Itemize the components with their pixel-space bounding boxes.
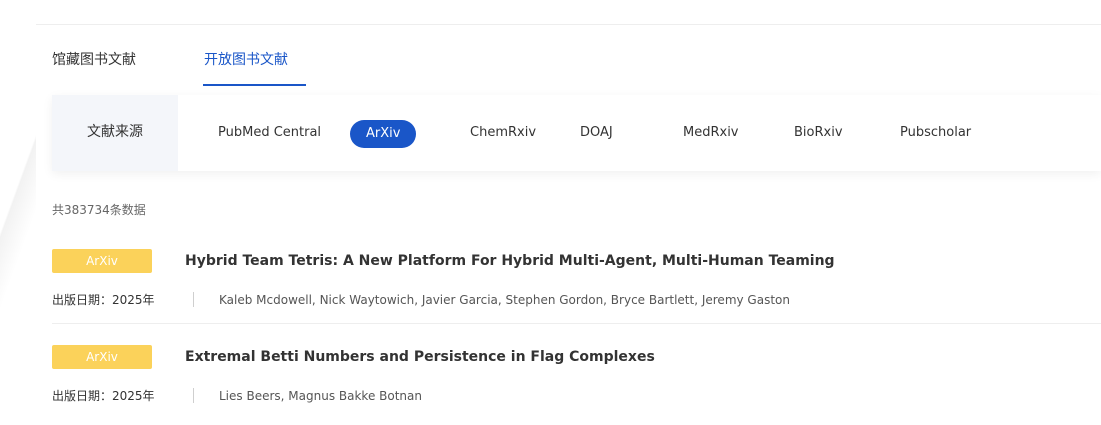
item-title-link[interactable]: Hybrid Team Tetris: A New Platform For H… xyxy=(185,251,835,271)
list-item: ArXiv Hybrid Team Tetris: A New Platform… xyxy=(52,249,1101,329)
source-option-pubscholar[interactable]: Pubscholar xyxy=(900,122,971,144)
source-option-biorxiv[interactable]: BioRxiv xyxy=(794,122,843,144)
left-decoration xyxy=(0,0,36,419)
publish-date: 出版日期：2025年 xyxy=(52,293,155,307)
item-authors: Lies Beers, Magnus Bakke Botnan xyxy=(219,389,422,403)
top-divider xyxy=(36,24,1101,25)
meta-separator xyxy=(193,292,194,307)
list-divider xyxy=(52,323,1101,324)
source-filter-bar: 文献来源 PubMed Central ArXiv ChemRxiv DOAJ … xyxy=(52,95,1101,171)
list-item: ArXiv Extremal Betti Numbers and Persist… xyxy=(52,345,1101,425)
source-option-medrxiv[interactable]: MedRxiv xyxy=(683,122,739,144)
source-option-arxiv[interactable]: ArXiv xyxy=(350,120,417,148)
active-tab-underline xyxy=(203,84,306,86)
result-count: 共383734条数据 xyxy=(52,203,146,217)
source-option-doaj[interactable]: DOAJ xyxy=(580,122,613,144)
source-badge: ArXiv xyxy=(52,345,152,369)
tab-open-books[interactable]: 开放图书文献 xyxy=(204,50,288,70)
source-badge: ArXiv xyxy=(52,249,152,273)
source-option-pubmed-central[interactable]: PubMed Central xyxy=(218,122,321,144)
source-option-chemrxiv[interactable]: ChemRxiv xyxy=(470,122,536,144)
source-label-box: 文献来源 xyxy=(52,95,178,171)
meta-separator xyxy=(193,388,194,403)
item-title-link[interactable]: Extremal Betti Numbers and Persistence i… xyxy=(185,347,655,367)
item-authors: Kaleb Mcdowell, Nick Waytowich, Javier G… xyxy=(219,293,790,307)
tab-library-books[interactable]: 馆藏图书文献 xyxy=(52,50,136,70)
source-filter-label: 文献来源 xyxy=(87,124,143,140)
publish-date: 出版日期：2025年 xyxy=(52,389,155,403)
